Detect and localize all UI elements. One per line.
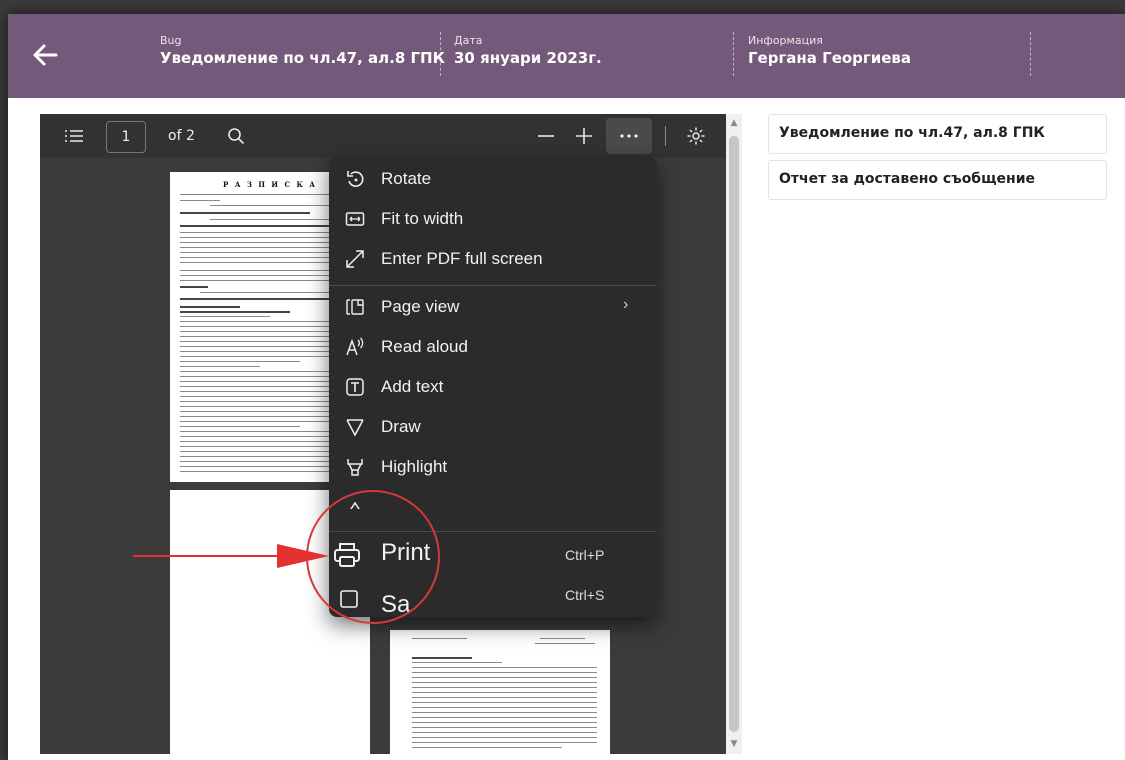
page-number-input[interactable]: 1 (106, 121, 146, 153)
rotate-icon (347, 171, 364, 187)
zoom-out-button[interactable] (532, 122, 560, 150)
add-text-icon (346, 378, 364, 396)
plus-icon (576, 128, 592, 144)
menu-item-label: Page view (381, 297, 460, 316)
menu-item-label: Rotate (381, 169, 432, 188)
sidebar-doc-notice[interactable]: Уведомление по чл.47, ал.8 ГПК (768, 114, 1107, 154)
arrow-left-icon (33, 44, 58, 66)
header-value: 30 януари 2023г. (454, 49, 602, 67)
search-button[interactable] (222, 122, 250, 150)
menu-item-label: Enter PDF full screen (381, 249, 543, 268)
header-value: Гергана Георгиева (748, 49, 912, 67)
menu-item-draw[interactable]: Draw (329, 407, 657, 447)
fit-width-icon (345, 212, 365, 226)
menu-item-rotate[interactable]: Rotate (329, 159, 657, 199)
menu-item-label: Add text (381, 377, 444, 396)
menu-item-label: Draw (381, 417, 421, 436)
header-field-subject: Bug Уведомление по чл.47, ал.8 ГПК (160, 34, 445, 67)
case-header: Bug Уведомление по чл.47, ал.8 ГПК Дата … (8, 14, 1125, 98)
page-count: of 2 (168, 128, 195, 144)
menu-item-fullscreen[interactable]: Enter PDF full screen (329, 239, 657, 279)
toolbar-divider (665, 126, 666, 146)
menu-divider (329, 285, 657, 286)
pdf-toolbar: 1 of 2 (40, 114, 726, 158)
menu-item-add-text[interactable]: Add text (329, 367, 657, 407)
pdf-page-2-right (390, 630, 610, 754)
header-divider (440, 32, 441, 76)
draw-icon (346, 419, 364, 437)
header-value: Уведомление по чл.47, ал.8 ГПК (160, 49, 445, 67)
scroll-up-icon[interactable]: ▲ (729, 118, 739, 128)
menu-item-highlight[interactable]: Highlight (329, 447, 657, 487)
vertical-scrollbar[interactable]: ▲ ▼ (726, 114, 742, 754)
header-divider (733, 32, 734, 76)
scroll-down-icon[interactable]: ▼ (729, 739, 739, 749)
list-icon (65, 130, 83, 142)
menu-item-page-view[interactable]: Page view › (329, 287, 657, 327)
minus-icon (538, 135, 554, 137)
menu-item-label: Fit to width (381, 209, 464, 228)
header-field-info: Информация Гергана Георгиева (748, 34, 911, 67)
menu-item-read-aloud[interactable]: Read aloud (329, 327, 657, 367)
menu-item-shortcut: Ctrl+S (565, 587, 605, 603)
highlight-icon (347, 459, 363, 476)
settings-button[interactable] (682, 122, 710, 150)
sidebar-doc-delivery-report[interactable]: Отчет за доставено съобщение (768, 160, 1107, 200)
menu-item-label: Highlight (381, 457, 448, 476)
header-label: Дата (454, 34, 483, 47)
scrollbar-thumb[interactable] (729, 136, 739, 732)
back-button[interactable] (30, 40, 60, 70)
more-options-button[interactable] (606, 118, 652, 154)
fullscreen-icon (346, 250, 364, 268)
header-field-date: Дата 30 януари 2023г. (454, 34, 602, 67)
header-label: Информация (748, 34, 823, 47)
more-dots-icon (620, 134, 638, 138)
chevron-right-icon: › (623, 296, 629, 313)
gear-icon (687, 127, 705, 145)
search-icon (228, 128, 245, 145)
header-divider (1030, 32, 1031, 76)
menu-item-fit-to-width[interactable]: Fit to width (329, 199, 657, 239)
read-aloud-icon (346, 337, 364, 356)
menu-item-label: Read aloud (381, 337, 468, 356)
red-arrow-icon (133, 544, 329, 568)
zoom-in-button[interactable] (570, 122, 598, 150)
page-view-icon (346, 299, 364, 315)
menu-item-shortcut: Ctrl+P (565, 547, 605, 563)
table-of-contents-button[interactable] (60, 122, 88, 150)
header-label: Bug (160, 34, 182, 47)
